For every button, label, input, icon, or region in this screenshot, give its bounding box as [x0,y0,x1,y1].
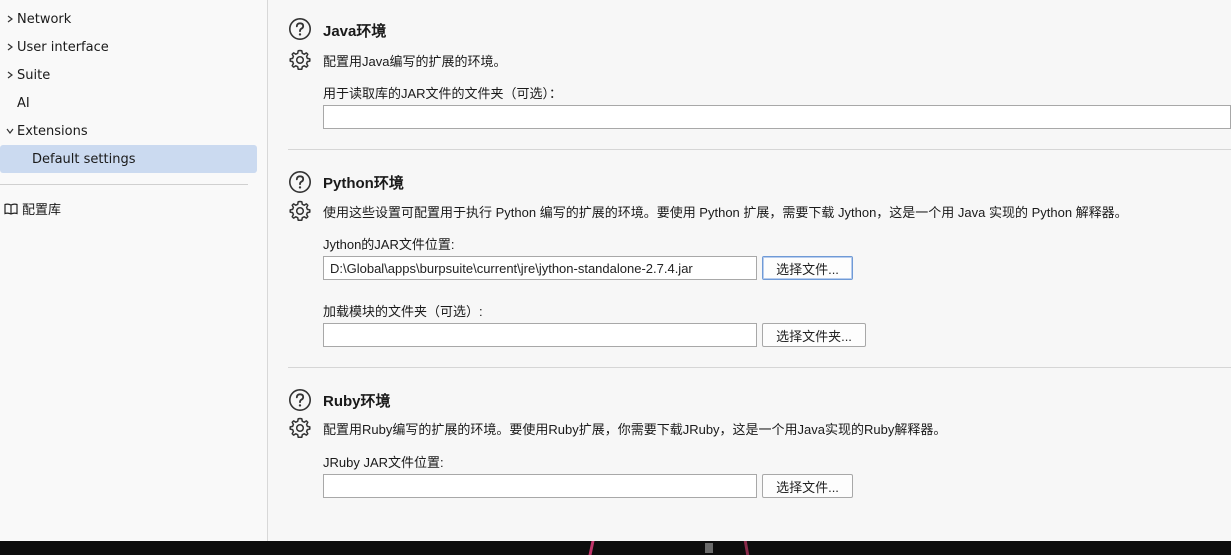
sidebar-item-label: User interface [17,39,109,55]
gear-icon[interactable] [288,199,312,223]
sidebar-item-suite[interactable]: Suite [0,61,257,89]
sidebar-item-label: Default settings [32,151,136,167]
jython-jar-label: Jython的JAR文件位置: [323,237,455,252]
jruby-jar-input[interactable] [323,474,757,498]
python-section-title: Python环境 [323,175,404,192]
sidebar-item-network[interactable]: Network [0,5,257,33]
chevron-down-icon [3,127,17,135]
ruby-section-title: Ruby环境 [323,393,391,410]
chevron-right-icon [3,43,17,51]
desktop-background-strip [0,541,1231,555]
java-folder-input[interactable] [323,105,1231,129]
config-library-link[interactable]: 配置库 [4,199,61,218]
jython-select-file-button[interactable]: 选择文件... [762,256,853,280]
gear-icon[interactable] [288,416,312,440]
jython-jar-input[interactable] [323,256,757,280]
sidebar-item-extensions[interactable]: Extensions [0,117,257,145]
config-library-label: 配置库 [22,203,62,218]
section-divider [288,149,1231,150]
sidebar-item-ai[interactable]: AI [0,89,257,117]
sidebar-item-label: Extensions [17,123,88,139]
help-icon[interactable] [288,388,312,412]
gear-icon[interactable] [288,48,312,72]
sidebar-item-default-settings[interactable]: Default settings [0,145,257,173]
ruby-description: 配置用Ruby编写的扩展的环境。要使用Ruby扩展，你需要下载JRuby，这是一… [323,422,947,437]
sidebar-item-label: Network [17,11,72,27]
sidebar-item-label: AI [17,95,30,111]
select-folder-button[interactable]: 选择文件夹... [762,323,866,347]
python-description: 使用这些设置可配置用于执行 Python 编写的扩展的环境。要使用 Python… [323,205,1128,220]
jruby-jar-label: JRuby JAR文件位置: [323,455,444,470]
sidebar: Network User interface Suite AI Extensio… [0,0,268,541]
sidebar-divider [0,184,248,185]
section-divider [288,367,1231,368]
sidebar-item-label: Suite [17,67,51,83]
jruby-select-file-button[interactable]: 选择文件... [762,474,853,498]
settings-panel: Java环境 配置用Java编写的扩展的环境。 用于读取库的JAR文件的文件夹（… [269,0,1231,541]
modules-folder-input[interactable] [323,323,757,347]
help-icon[interactable] [288,170,312,194]
book-icon [4,202,18,216]
java-section-title: Java环境 [323,23,387,40]
java-description: 配置用Java编写的扩展的环境。 [323,54,507,69]
sidebar-item-user-interface[interactable]: User interface [0,33,257,61]
chevron-right-icon [3,71,17,79]
help-icon[interactable] [288,17,312,41]
chevron-right-icon [3,15,17,23]
java-folder-label: 用于读取库的JAR文件的文件夹（可选）： [323,86,563,101]
modules-folder-label: 加载模块的文件夹（可选）: [323,304,483,319]
